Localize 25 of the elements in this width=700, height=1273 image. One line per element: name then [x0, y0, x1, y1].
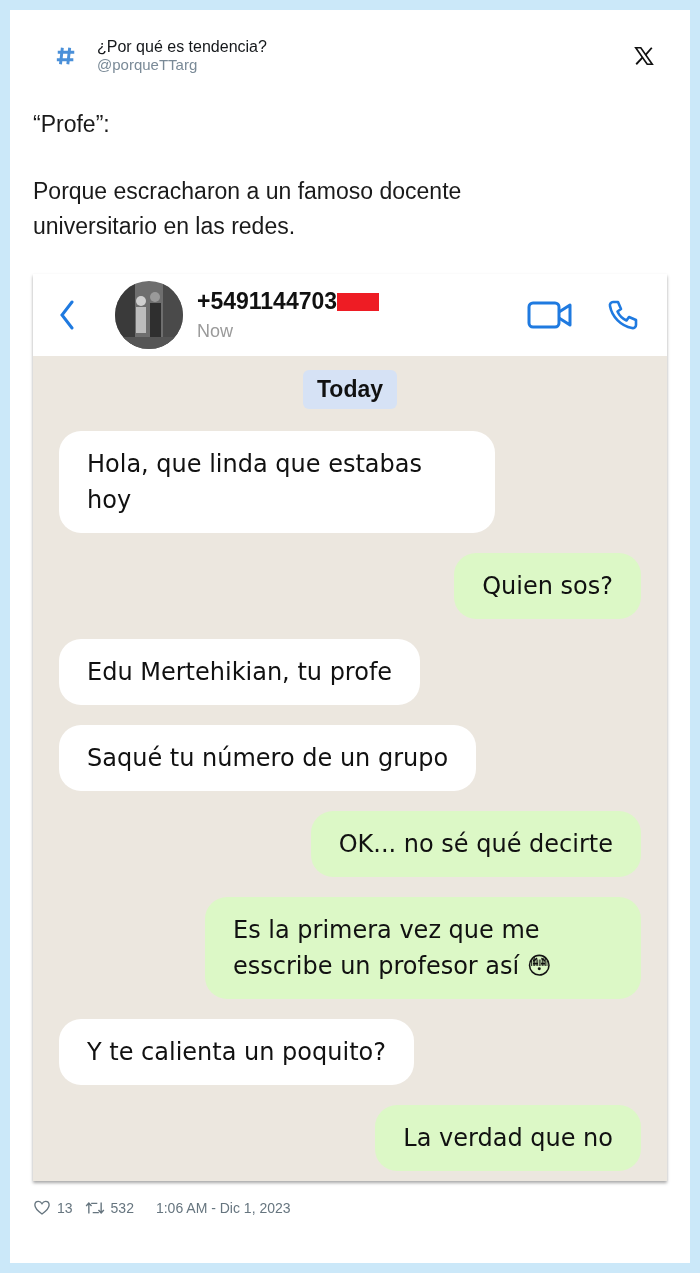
contact-status: Now — [197, 321, 234, 342]
date-chip: Today — [303, 370, 397, 409]
timestamp: 1:06 AM - Dic 1, 2023 — [155, 1200, 291, 1216]
message-bubble: Es la primera vez que me esscribe un profesor así 😳 — [205, 897, 641, 999]
back-icon[interactable] — [59, 300, 75, 330]
x-logo-icon[interactable] — [633, 44, 655, 67]
message-bubble: Saqué tu número de un grupo — [59, 725, 477, 791]
message-bubble: Y te calienta un poquito? — [59, 1019, 414, 1085]
contact-number: +5491144703 — [197, 288, 338, 315]
tweet-text: “Profe”: — [33, 110, 111, 139]
message-bubble: Edu Mertehikian, tu profe — [59, 639, 421, 705]
video-call-icon[interactable] — [527, 301, 573, 329]
author-handle: @porqueTTarg — [97, 56, 199, 73]
author-name: ¿Por qué es tendencia? — [97, 38, 268, 56]
phone-icon[interactable] — [607, 299, 639, 331]
message-bubble: Quien sos? — [454, 553, 641, 619]
redaction-bar — [337, 292, 380, 311]
message-bubble: OK... no sé qué decirte — [310, 811, 641, 877]
retweet-count: 532 — [110, 1200, 134, 1216]
like-count: 13 — [57, 1200, 73, 1216]
message-bubble: La verdad que no — [375, 1105, 641, 1171]
tweet-text: Porque escracharon a un famoso docente universitario en las redes. — [33, 177, 463, 241]
retweet-icon[interactable] — [84, 1200, 105, 1216]
heart-icon[interactable] — [33, 1199, 51, 1217]
message-bubble: Hola, que linda que estabas hoy — [59, 431, 495, 533]
